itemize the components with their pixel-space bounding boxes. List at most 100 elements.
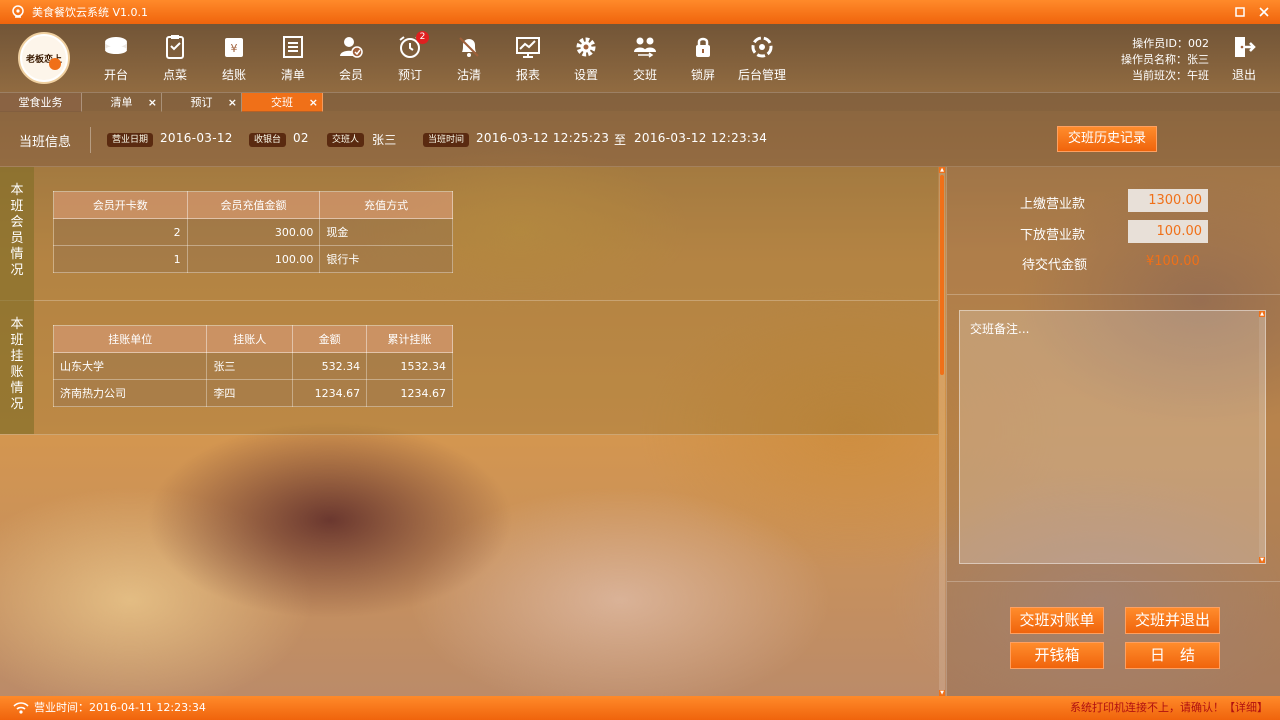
list-icon [283,36,303,58]
app-logo-icon [10,4,26,20]
cashier-value: 02 [293,131,309,145]
brand-logo-text: 老板恋上 [25,54,62,65]
column-header: 挂账人 [206,325,294,353]
toolbar-reservation[interactable]: 2 预订 [382,31,438,86]
divider [90,127,91,153]
release-amount-input[interactable]: 100.00 [1128,220,1208,243]
scroll-down-icon[interactable]: ▼ [1259,557,1265,563]
shift-info-bar: 当班信息 营业日期 2016-03-12 收银台 02 交班人 张三 当班时间 … [0,111,1280,167]
printer-warning-link[interactable]: 系统打印机连接不上，请确认！【详细】 [1070,696,1268,720]
maximize-icon[interactable] [1232,4,1248,20]
toolbar-checkout[interactable]: ¥ 结账 [206,34,262,86]
toolbar-handover[interactable]: 交班 [617,34,673,86]
column-header: 金额 [292,325,368,353]
table-row: 2 300.00 现金 [53,218,453,246]
left-scrollbar[interactable]: ▲ ▼ [939,167,945,696]
order-clipboard-icon [166,35,184,59]
column-header: 充值方式 [319,191,453,219]
logout-button[interactable]: 退出 [1228,34,1260,83]
business-date-value: 2016-03-12 [160,131,233,145]
toolbar-open-table[interactable]: 开台 [88,34,144,86]
handover-exit-button[interactable]: 交班并退出 [1125,607,1220,634]
shift-time-tag: 当班时间 [423,133,470,147]
shift-end-time: 2016-03-12 12:23:34 [634,131,768,145]
operator-info: 操作员ID：002 操作员名称：张三 当前班次：午班 [1121,36,1209,84]
submit-amount-input[interactable]: 1300.00 [1128,189,1208,212]
submit-amount-label: 上缴营业款 [1020,197,1086,212]
tab-bar: 堂食业务 清单 × 预订 × 交班 × [0,92,1280,112]
table-row: 山东大学 张三 532.34 1532.34 [52,352,453,380]
reservation-badge: 2 [416,31,429,44]
cashier-tag: 收银台 [249,133,287,147]
toolbar-sold-out[interactable]: 沽清 [441,34,497,86]
shift-time-separator: 至 [614,133,627,147]
member-section: 本班会员情况 会员开卡数 会员充值金额 充值方式 2 300.00 现金 1 1… [0,167,938,301]
close-icon[interactable]: × [148,93,157,112]
release-amount-label: 下放营业款 [1020,228,1086,243]
lock-icon [696,37,710,57]
handover-person-value: 张三 [372,133,397,147]
divider [947,294,1280,295]
main-toolbar: 老板恋上 开台 点菜 ¥ 结账 清单 会员 2 预订 沽清 报表 设置 交班 锁… [0,24,1280,92]
bell-off-icon [459,37,479,57]
operator-id: 操作员ID：002 [1132,37,1209,50]
member-table: 会员开卡数 会员充值金额 充值方式 2 300.00 现金 1 100.00 银… [53,191,453,273]
brand-logo: 老板恋上 [18,32,70,84]
left-panel: 本班会员情况 会员开卡数 会员充值金额 充值方式 2 300.00 现金 1 1… [0,167,938,696]
gear-icon [576,37,596,57]
reconcile-button[interactable]: 交班对账单 [1010,607,1104,634]
toolbar-backend-admin[interactable]: 后台管理 [734,34,790,86]
scroll-up-icon[interactable]: ▲ [1259,311,1265,317]
current-shift: 当前班次：午班 [1132,69,1209,82]
column-header: 会员充值金额 [186,191,321,219]
day-close-button[interactable]: 日 结 [1125,642,1220,669]
handover-icon [634,37,656,58]
close-window-icon[interactable] [1256,4,1272,20]
business-date-tag: 营业日期 [107,133,154,147]
business-time: 营业时间：2016-04-11 12:23:34 [34,701,206,714]
notes-scrollbar[interactable]: ▲ ▼ [1259,311,1265,563]
operator-name: 操作员名称：张三 [1121,53,1209,66]
toolbar-report[interactable]: 报表 [500,34,556,86]
svg-text:¥: ¥ [231,42,238,55]
pending-amount-value: ¥100.00 [1146,254,1200,269]
column-header: 会员开卡数 [53,191,188,219]
column-header: 挂账单位 [52,325,208,353]
handover-history-button[interactable]: 交班历史记录 [1057,126,1157,152]
shift-info-title: 当班信息 [19,135,72,150]
tab-dine-in[interactable]: 堂食业务 [0,93,82,112]
tab-list[interactable]: 清单 × [82,93,162,112]
close-icon[interactable]: × [309,93,318,112]
backend-admin-icon [751,36,773,58]
wifi-icon [13,702,29,714]
credit-section: 本班挂账情况 挂账单位 挂账人 金额 累计挂账 山东大学 张三 532.34 1… [0,301,938,435]
toolbar-settings[interactable]: 设置 [558,34,614,86]
toolbar-list[interactable]: 清单 [265,34,321,86]
notes-placeholder: 交班备注... [970,322,1030,336]
handover-notes-textarea[interactable]: 交班备注... [959,310,1266,564]
handover-person-tag: 交班人 [327,133,365,147]
divider [947,581,1280,582]
credit-table: 挂账单位 挂账人 金额 累计挂账 山东大学 张三 532.34 1532.34 … [52,325,453,407]
table-icon [105,37,127,54]
pending-amount-label: 待交代金额 [1022,258,1088,273]
toolbar-lock-screen[interactable]: 锁屏 [675,34,731,86]
table-row: 济南热力公司 李四 1234.67 1234.67 [52,379,453,407]
member-section-label: 本班会员情况 [0,167,34,301]
report-chart-icon [516,37,540,58]
logout-icon [1235,37,1256,57]
status-bar: 营业时间：2016-04-11 12:23:34 系统打印机连接不上，请确认！【… [0,696,1280,720]
toolbar-member[interactable]: 会员 [323,34,379,86]
open-drawer-button[interactable]: 开钱箱 [1010,642,1104,669]
member-icon [340,37,363,58]
column-header: 累计挂账 [366,325,453,353]
tab-handover[interactable]: 交班 × [242,93,323,112]
scroll-thumb[interactable] [940,175,944,375]
window-title: 美食餐饮云系统 V1.0.1 [32,6,149,19]
tab-reservation[interactable]: 预订 × [162,93,242,112]
close-icon[interactable]: × [228,93,237,112]
scroll-up-icon[interactable]: ▲ [939,167,945,173]
table-row: 1 100.00 银行卡 [53,245,453,273]
toolbar-order[interactable]: 点菜 [147,34,203,86]
title-bar: 美食餐饮云系统 V1.0.1 [0,0,1280,24]
